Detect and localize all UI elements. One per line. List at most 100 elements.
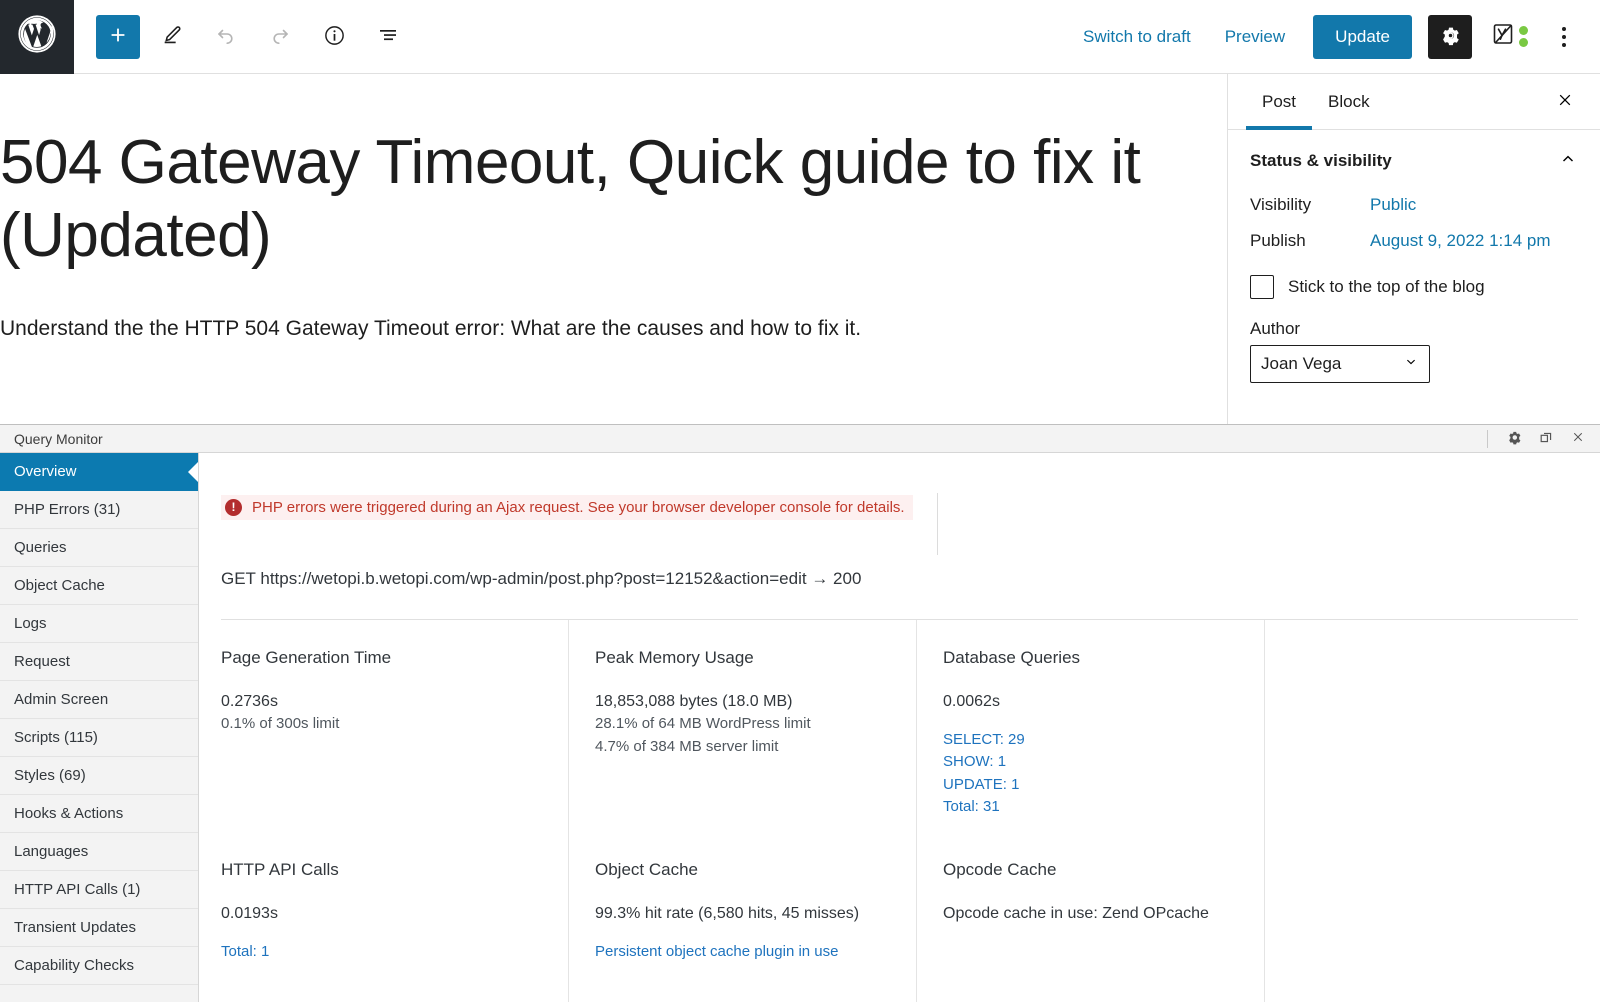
qm-settings-button[interactable] (1504, 429, 1524, 449)
switch-to-draft-button[interactable]: Switch to draft (1069, 19, 1205, 55)
stat-value: 0.0193s (221, 905, 278, 922)
stat-value: 0.0062s (943, 693, 1000, 710)
query-monitor-nav: Overview PHP Errors (31) Queries Object … (0, 453, 199, 1002)
stat-title: Peak Memory Usage (595, 648, 754, 667)
status-visibility-header[interactable]: Status & visibility (1228, 130, 1600, 187)
info-circle-icon (323, 24, 346, 50)
qm-alert-row: ! PHP errors were triggered during an Aj… (199, 453, 1600, 573)
qm-nav-overview[interactable]: Overview (0, 453, 198, 491)
tab-post[interactable]: Post (1246, 74, 1313, 130)
details-button[interactable] (312, 15, 356, 59)
update-button[interactable]: Update (1313, 14, 1412, 59)
qm-nav-logs[interactable]: Logs (0, 605, 198, 643)
stat-page-generation-time: Page Generation Time 0.2736s 0.1% of 300… (221, 620, 569, 832)
stat-value: Opcode cache in use: Zend OPcache (943, 905, 1209, 922)
undo-icon (214, 23, 238, 50)
visibility-row: Visibility Public (1228, 187, 1600, 223)
chevron-up-icon[interactable] (1558, 148, 1578, 173)
chevron-down-icon (1403, 354, 1419, 375)
preview-button[interactable]: Preview (1211, 19, 1299, 55)
settings-button[interactable] (1428, 14, 1472, 59)
stat-sub-1: 28.1% of 64 MB WordPress limit (595, 715, 811, 733)
db-query-link-total[interactable]: Total: 31 (943, 796, 1244, 818)
sidebar-tabs: Post Block (1228, 74, 1600, 130)
yoast-seo-button[interactable] (1492, 22, 1528, 51)
qm-nav-queries[interactable]: Queries (0, 529, 198, 567)
more-options-button[interactable] (1546, 15, 1582, 59)
post-editor-canvas[interactable]: 504 Gateway Timeout, Quick guide to fix … (0, 74, 1227, 424)
stat-empty-column-2 (1265, 832, 1600, 1002)
editor-toolbar: Switch to draft Preview Update (0, 0, 1600, 74)
more-options-icon (1562, 26, 1566, 31)
author-selected-value: Joan Vega (1261, 354, 1342, 373)
author-select[interactable]: Joan Vega (1250, 345, 1430, 383)
qm-nav-transient-updates[interactable]: Transient Updates (0, 909, 198, 947)
gear-icon (1440, 25, 1461, 49)
publish-date-button[interactable]: August 9, 2022 1:14 pm (1370, 231, 1551, 251)
db-query-link-update[interactable]: UPDATE: 1 (943, 774, 1244, 796)
query-monitor-body: Overview PHP Errors (31) Queries Object … (0, 453, 1600, 1002)
author-label: Author (1250, 319, 1301, 338)
stat-peak-memory-usage: Peak Memory Usage 18,853,088 bytes (18.0… (569, 620, 917, 832)
add-block-button[interactable] (96, 14, 140, 59)
php-errors-alert: ! PHP errors were triggered during an Aj… (221, 495, 913, 520)
tab-block[interactable]: Block (1312, 74, 1386, 129)
db-query-link-show[interactable]: SHOW: 1 (943, 751, 1244, 773)
undo-button[interactable] (204, 15, 248, 59)
error-exclamation-icon: ! (225, 499, 242, 516)
stat-http-api-calls: HTTP API Calls 0.0193s Total: 1 (221, 832, 569, 1002)
toolbar-left-group (74, 14, 410, 59)
stat-value: 18,853,088 bytes (18.0 MB) (595, 693, 793, 710)
db-query-link-select[interactable]: SELECT: 29 (943, 729, 1244, 751)
close-sidebar-button[interactable] (1548, 85, 1582, 119)
restore-window-icon (1539, 430, 1554, 448)
divider (937, 493, 938, 555)
visibility-value-button[interactable]: Public (1370, 195, 1416, 215)
sticky-row: Stick to the top of the blog (1228, 259, 1600, 305)
qm-nav-capability-checks[interactable]: Capability Checks (0, 947, 198, 985)
qm-nav-request[interactable]: Request (0, 643, 198, 681)
visibility-label: Visibility (1250, 195, 1312, 214)
qm-nav-styles[interactable]: Styles (69) (0, 757, 198, 795)
qm-restore-button[interactable] (1536, 429, 1556, 449)
close-icon (1571, 430, 1585, 447)
redo-icon (268, 23, 292, 50)
query-monitor-panel: Query Monitor Overview PHP Errors (31) Q… (0, 424, 1600, 1002)
publish-label: Publish (1250, 231, 1306, 250)
qm-nav-scripts[interactable]: Scripts (115) (0, 719, 198, 757)
wordpress-logo-icon (17, 14, 57, 59)
wordpress-logo-button[interactable] (0, 0, 74, 74)
stat-title: Opcode Cache (943, 860, 1057, 879)
query-monitor-titlebar[interactable]: Query Monitor (0, 425, 1600, 453)
stat-value: 99.3% hit rate (6,580 hits, 45 misses) (595, 905, 860, 922)
list-view-icon (376, 23, 400, 50)
qm-nav-languages[interactable]: Languages (0, 833, 198, 871)
yoast-status-dots (1519, 26, 1528, 47)
divider (1487, 429, 1488, 448)
qm-nav-hooks-actions[interactable]: Hooks & Actions (0, 795, 198, 833)
qm-nav-http-api-calls[interactable]: HTTP API Calls (1) (0, 871, 198, 909)
stat-title: Object Cache (595, 860, 698, 879)
sticky-label: Stick to the top of the blog (1288, 277, 1485, 296)
php-errors-alert-text: PHP errors were triggered during an Ajax… (252, 499, 905, 516)
post-excerpt[interactable]: Understand the the HTTP 504 Gateway Time… (0, 314, 1193, 343)
stat-object-cache: Object Cache 99.3% hit rate (6,580 hits,… (569, 832, 917, 1002)
list-view-button[interactable] (366, 15, 410, 59)
qm-stats-grid-row-1: Page Generation Time 0.2736s 0.1% of 300… (199, 620, 1600, 832)
qm-nav-object-cache[interactable]: Object Cache (0, 567, 198, 605)
stat-database-queries: Database Queries 0.0062s SELECT: 29 SHOW… (917, 620, 1265, 832)
qm-close-button[interactable] (1568, 429, 1588, 449)
stat-opcode-cache: Opcode Cache Opcode cache in use: Zend O… (917, 832, 1265, 1002)
edit-tool-button[interactable] (150, 15, 194, 59)
post-title[interactable]: 504 Gateway Timeout, Quick guide to fix … (0, 126, 1193, 272)
qm-nav-admin-screen[interactable]: Admin Screen (0, 681, 198, 719)
sticky-checkbox[interactable] (1250, 275, 1274, 299)
screen: Switch to draft Preview Update 504 Gatew… (0, 0, 1600, 1002)
http-api-link-total[interactable]: Total: 1 (221, 941, 548, 963)
query-monitor-title: Query Monitor (14, 430, 103, 447)
redo-button[interactable] (258, 15, 302, 59)
stat-sub-1: 0.1% of 300s limit (221, 715, 340, 733)
stat-links: SELECT: 29 SHOW: 1 UPDATE: 1 Total: 31 (943, 729, 1244, 818)
qm-nav-php-errors[interactable]: PHP Errors (31) (0, 491, 198, 529)
object-cache-plugin-link[interactable]: Persistent object cache plugin in use (595, 941, 896, 963)
